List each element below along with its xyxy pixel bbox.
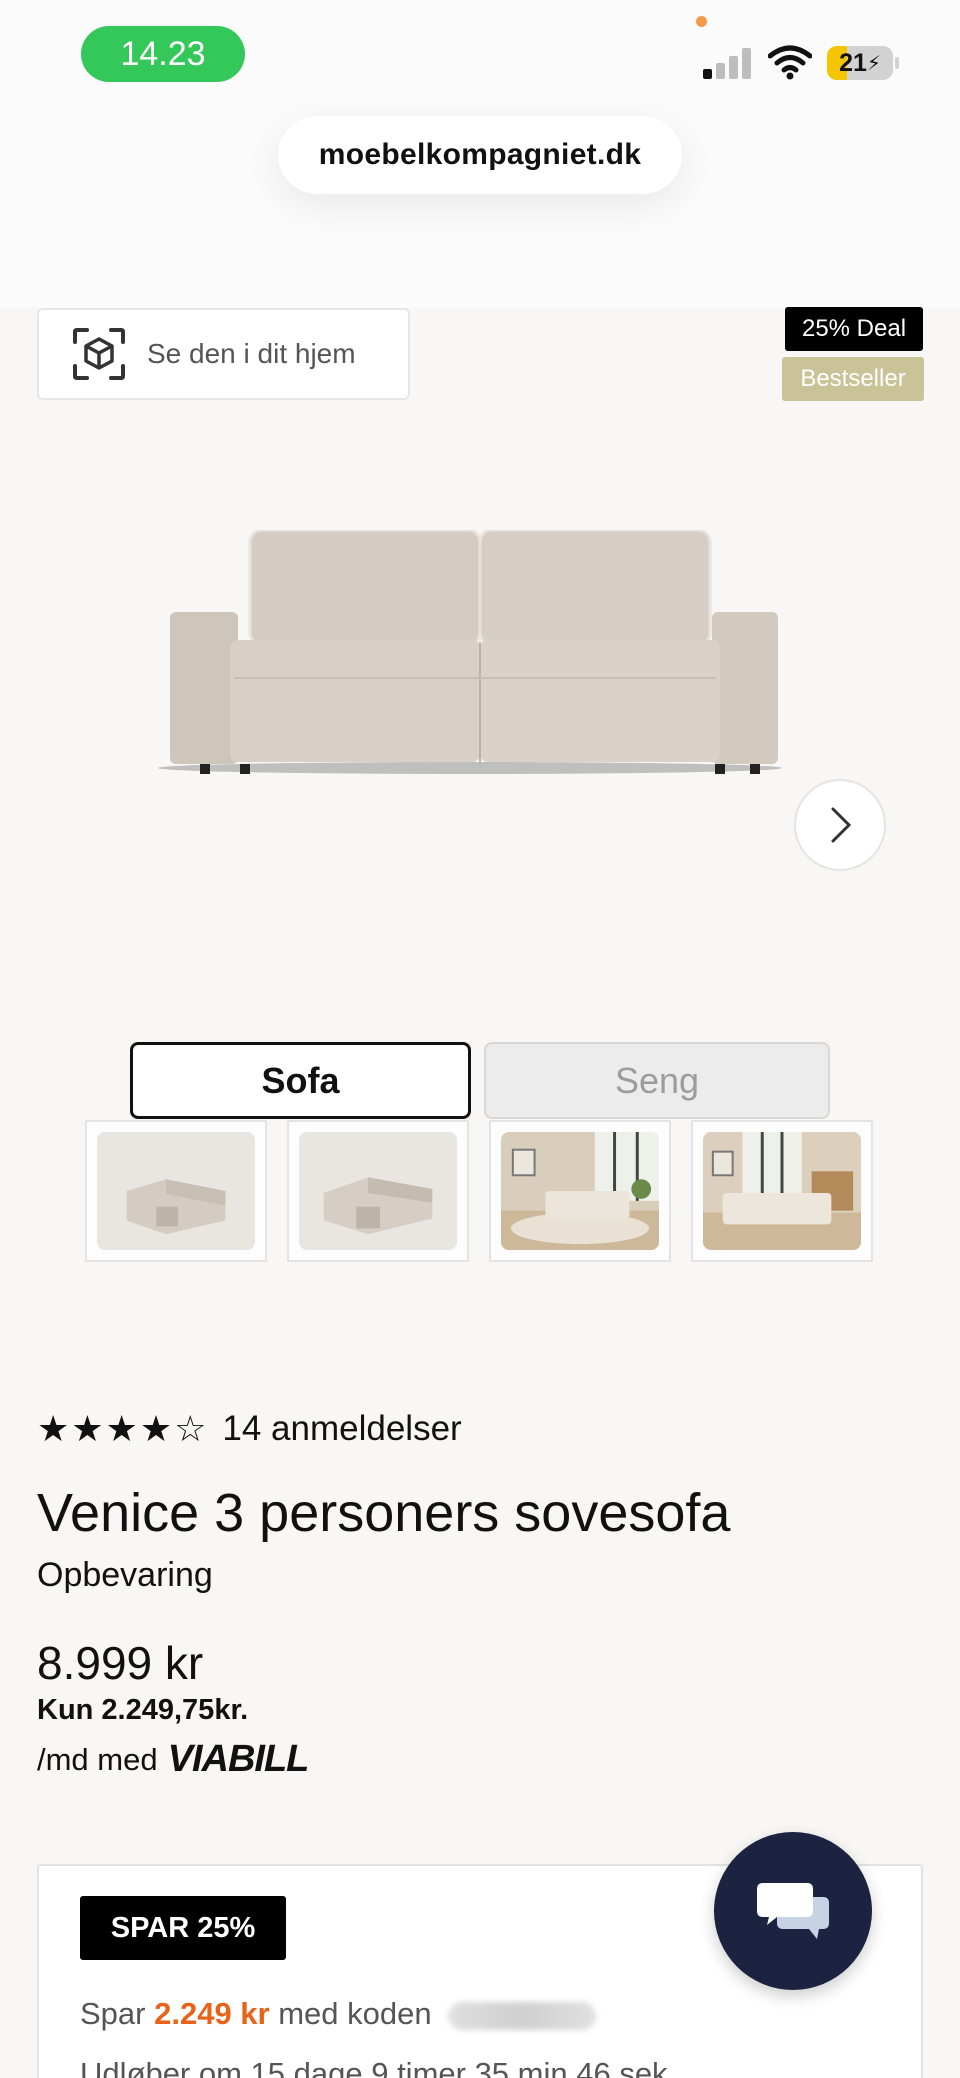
promo-code-hidden[interactable]: [448, 2001, 597, 2030]
save-prefix: Spar: [80, 1996, 146, 2031]
chevron-right-icon: [831, 807, 852, 843]
thumbnail-4[interactable]: [691, 1120, 873, 1262]
product-price: 8.999 kr: [37, 1637, 204, 1689]
deal-badge: 25% Deal: [785, 307, 923, 351]
product-variant: Opbevaring: [37, 1556, 213, 1594]
status-time[interactable]: 14.23: [81, 26, 245, 82]
financing-info[interactable]: /md med VIABILL: [37, 1738, 310, 1781]
wifi-icon: [768, 45, 812, 80]
battery-charging-icon: 21 ⚡: [827, 46, 893, 80]
star-rating-icon: ★★★★☆: [37, 1408, 209, 1449]
per-month-label: /md med: [37, 1741, 158, 1777]
save-amount: 2.249 kr: [154, 1996, 270, 2031]
product-title: Venice 3 personers sovesofa: [37, 1483, 731, 1543]
thumbnail-1[interactable]: [85, 1120, 267, 1262]
thumbnail-3[interactable]: [489, 1120, 671, 1262]
installment-amount: Kun 2.249,75kr.: [37, 1694, 249, 1726]
ar-cube-icon: [73, 328, 125, 380]
promo-countdown: Udløber om 15 dage 9 timer 35 min 46 sek: [80, 2056, 668, 2078]
url-bar[interactable]: moebelkompagniet.dk: [278, 116, 682, 194]
save-suffix: med koden: [278, 1996, 432, 2031]
privacy-indicator-dot: [696, 16, 707, 27]
bestseller-badge: Bestseller: [782, 357, 924, 401]
promo-code-text: Spar 2.249 kr med koden: [80, 1996, 597, 2032]
thumbnail-2[interactable]: [287, 1120, 469, 1262]
tab-seng[interactable]: Seng: [484, 1042, 830, 1119]
cellular-signal-icon: [703, 47, 753, 79]
thumbnail-image: [703, 1132, 861, 1250]
viabill-logo: VIABILL: [167, 1738, 310, 1780]
browser-chrome: 14.23 21 ⚡ moebelkompagniet.dk: [0, 0, 960, 308]
tab-sofa[interactable]: Sofa: [130, 1042, 471, 1119]
chat-bubbles-icon: [757, 1883, 829, 1939]
view-in-your-home-button[interactable]: Se den i dit hjem: [37, 308, 410, 400]
product-rating[interactable]: ★★★★☆ 14 anmeldelser: [37, 1408, 462, 1450]
battery-level: 21: [839, 48, 867, 77]
chat-button[interactable]: [714, 1832, 872, 1990]
battery-cap: [895, 57, 899, 69]
product-main-image[interactable]: [150, 530, 790, 780]
review-count[interactable]: 14 anmeldelser: [222, 1409, 461, 1449]
next-image-button[interactable]: [794, 779, 886, 871]
ar-button-label: Se den i dit hjem: [147, 338, 356, 369]
thumbnail-image: [97, 1132, 255, 1250]
thumbnail-image: [299, 1132, 457, 1250]
thumbnail-image: [501, 1132, 659, 1250]
discount-badge: SPAR 25%: [80, 1896, 286, 1960]
